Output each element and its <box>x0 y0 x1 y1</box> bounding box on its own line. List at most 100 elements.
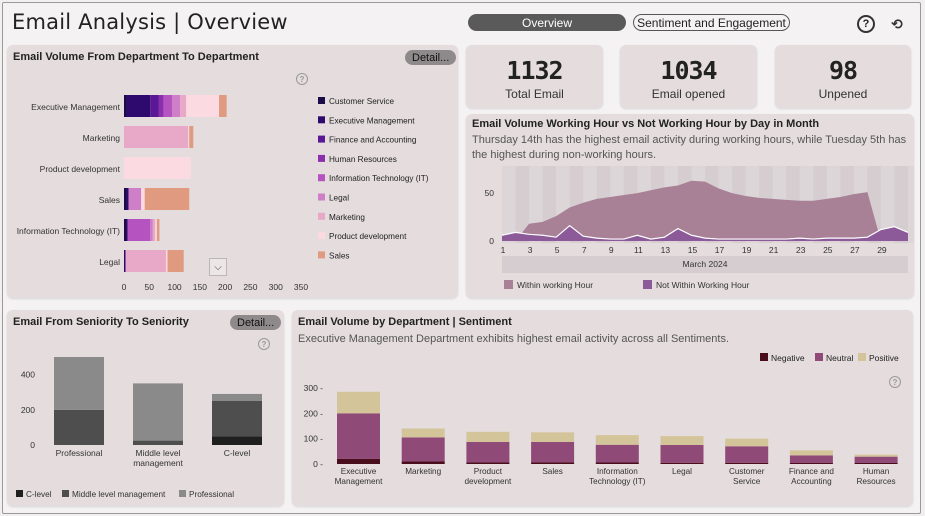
sentiment-category-label: Human <box>863 467 890 476</box>
scroll-down-icon[interactable]: ⌵ <box>209 258 227 276</box>
seniority-bar-segment <box>212 436 262 445</box>
dept-bar-segment <box>128 188 142 210</box>
dept-bar-segment <box>158 95 164 117</box>
dept-x-tick: 0 <box>122 282 127 292</box>
hours-x-tick: 9 <box>609 245 614 255</box>
sentiment-bar-segment <box>337 458 380 464</box>
sentiment-bar-segment <box>531 441 575 463</box>
sentiment-bar-segment <box>595 462 639 464</box>
seniority-legend-swatch <box>16 490 23 497</box>
hours-day-band <box>908 166 914 243</box>
hours-x-tick: 15 <box>688 245 698 255</box>
sentiment-bar-segment <box>337 391 380 414</box>
kpi-email-opened-value: 1034 <box>660 56 717 85</box>
sentiment-legend-swatch <box>815 353 823 361</box>
sentiment-y-tick: 200 - <box>304 408 324 418</box>
sentiment-bar-segment <box>854 454 898 457</box>
dept-legend-label: Sales <box>329 251 349 260</box>
seniority-legend-label: Middle level management <box>72 490 166 499</box>
dept-bar-segment <box>124 188 127 210</box>
sentiment-legend-label: Negative <box>771 353 805 363</box>
dept-bar-segment <box>155 219 157 241</box>
dept-bar-segment <box>124 157 191 179</box>
kpi-unopened-label: Unpened <box>818 87 868 101</box>
sentiment-bar-segment <box>401 437 445 462</box>
hours-x-tick: 23 <box>796 245 806 255</box>
tab-overview[interactable]: Overview <box>468 14 626 31</box>
seniority-legend-swatch <box>62 490 69 497</box>
dept-legend-swatch <box>318 154 325 162</box>
sentiment-category-label: Management <box>335 477 384 486</box>
seniority-bar-segment <box>212 401 262 437</box>
seniority-bar-segment <box>54 357 104 410</box>
sentiment-category-label: Customer <box>729 467 765 476</box>
tab-sentiment-engagement[interactable]: Sentiment and Engagement <box>633 14 790 31</box>
help-icon[interactable]: ? <box>857 15 875 33</box>
dept-bar-segment <box>125 250 166 272</box>
sentiment-legend-swatch <box>760 353 768 361</box>
within-legend-swatch <box>504 280 513 289</box>
kpi-total-email-value: 1132 <box>506 56 563 85</box>
hours-x-tick: 13 <box>661 245 671 255</box>
sentiment-legend-swatch <box>858 353 866 361</box>
sentiment-category-label: Legal <box>672 467 692 476</box>
seniority-bar-segment <box>54 409 104 445</box>
kpi-email-opened-label: Email opened <box>651 87 726 101</box>
not-within-legend-label: Not Within Working Hour <box>656 280 750 290</box>
seniority-category-label: Professional <box>56 448 103 458</box>
sentiment-bar-segment <box>854 462 898 464</box>
hours-x-tick: 17 <box>715 245 725 255</box>
sentiment-bar-segment <box>337 413 380 459</box>
seniority-bar-segment <box>133 383 183 441</box>
dept-bar-segment <box>126 95 151 117</box>
dept-bar-segment <box>150 219 153 241</box>
sentiment-bar-segment <box>725 462 769 464</box>
dept-legend-swatch <box>318 251 325 259</box>
dept-legend-label: Customer Service <box>329 97 395 106</box>
seniority-card: Email From Seniority To Seniority Detail… <box>7 310 284 506</box>
dept-bar-segment <box>127 219 151 241</box>
seniority-category-label: management <box>133 458 183 468</box>
dept-legend-swatch <box>318 116 325 124</box>
dept-x-tick: 150 <box>193 282 207 292</box>
kpi-email-opened: 1034 Email opened <box>620 45 757 108</box>
sentiment-category-label: Finance and <box>789 467 835 476</box>
kpi-unopened: 98 Unpened <box>775 45 911 108</box>
hours-x-tick: 21 <box>769 245 779 255</box>
not-within-legend-swatch <box>643 280 652 289</box>
dept-bar-segment <box>180 95 187 117</box>
dept-legend-swatch <box>318 212 325 220</box>
hours-x-tick: 19 <box>742 245 752 255</box>
hours-y-tick: 50 <box>485 188 495 198</box>
seniority-bar-chart: 0 200 400 Professional Middle levelmanagemen… <box>16 357 262 499</box>
hours-x-tick: 27 <box>850 245 860 255</box>
seniority-category-label: Middle level <box>136 448 181 458</box>
dept-legend-label: Information Technology (IT) <box>329 174 429 183</box>
working-hours-card: Email Volume Working Hour vs Not Working… <box>466 114 914 298</box>
dept-bar-segment <box>124 126 189 148</box>
kpi-total-email-label: Total Email <box>505 87 564 101</box>
dept-bar-segment <box>141 188 145 210</box>
sentiment-bar-segment <box>531 432 575 442</box>
dept-bar-segment <box>126 219 128 241</box>
seniority-bar-segment <box>212 393 262 401</box>
hours-x-tick: 29 <box>877 245 887 255</box>
dept-bar-segment <box>124 219 127 241</box>
dept-x-tick: 200 <box>218 282 232 292</box>
dept-bar-segment <box>188 126 190 148</box>
sentiment-category-label: Marketing <box>405 467 441 476</box>
hours-y-tick: 0 <box>489 236 494 246</box>
sentiment-bar-segment <box>466 441 510 463</box>
dept-bar-segment <box>150 95 159 117</box>
seniority-y-tick: 400 <box>21 370 35 380</box>
dept-bar-segment <box>124 250 126 272</box>
dept-category-label: Sales <box>99 195 120 205</box>
sentiment-bar-segment <box>531 462 575 464</box>
sentiment-category-label: Executive <box>341 467 377 476</box>
reset-icon[interactable]: ⟲ <box>888 15 906 33</box>
dept-bar-segment <box>163 95 173 117</box>
dept-x-tick: 250 <box>243 282 257 292</box>
sentiment-legend-label: Neutral <box>826 353 854 363</box>
sentiment-card: Email Volume by Department | Sentiment E… <box>292 310 913 506</box>
sentiment-y-tick: 0 - <box>313 459 323 469</box>
